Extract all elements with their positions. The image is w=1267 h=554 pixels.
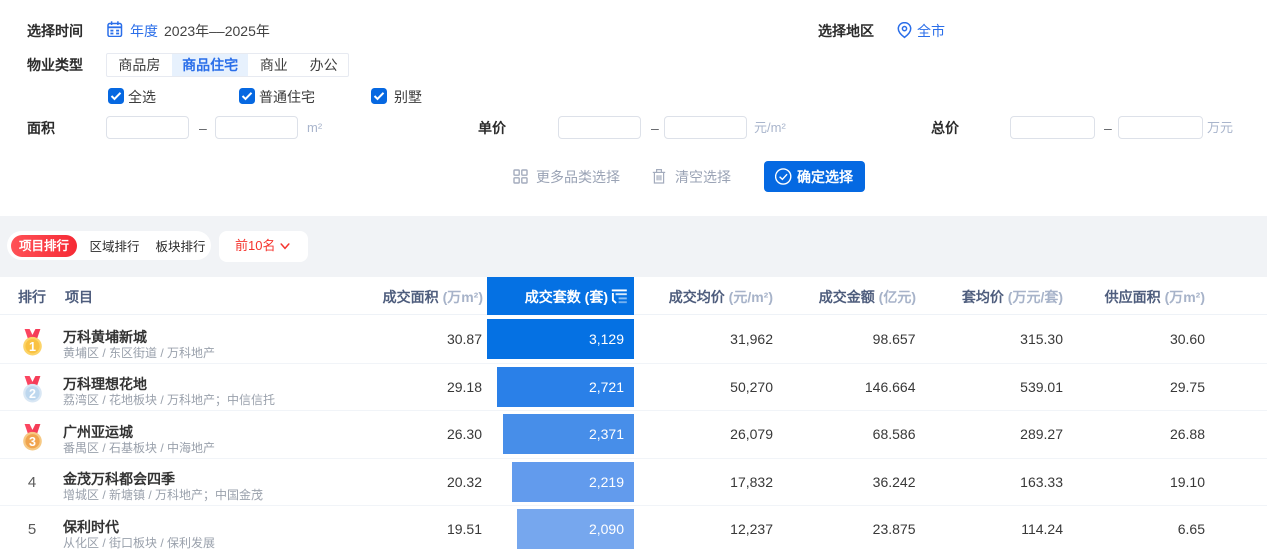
svg-text:1: 1 bbox=[29, 339, 36, 353]
svg-text:2: 2 bbox=[29, 387, 36, 401]
svg-text:3: 3 bbox=[29, 434, 36, 448]
